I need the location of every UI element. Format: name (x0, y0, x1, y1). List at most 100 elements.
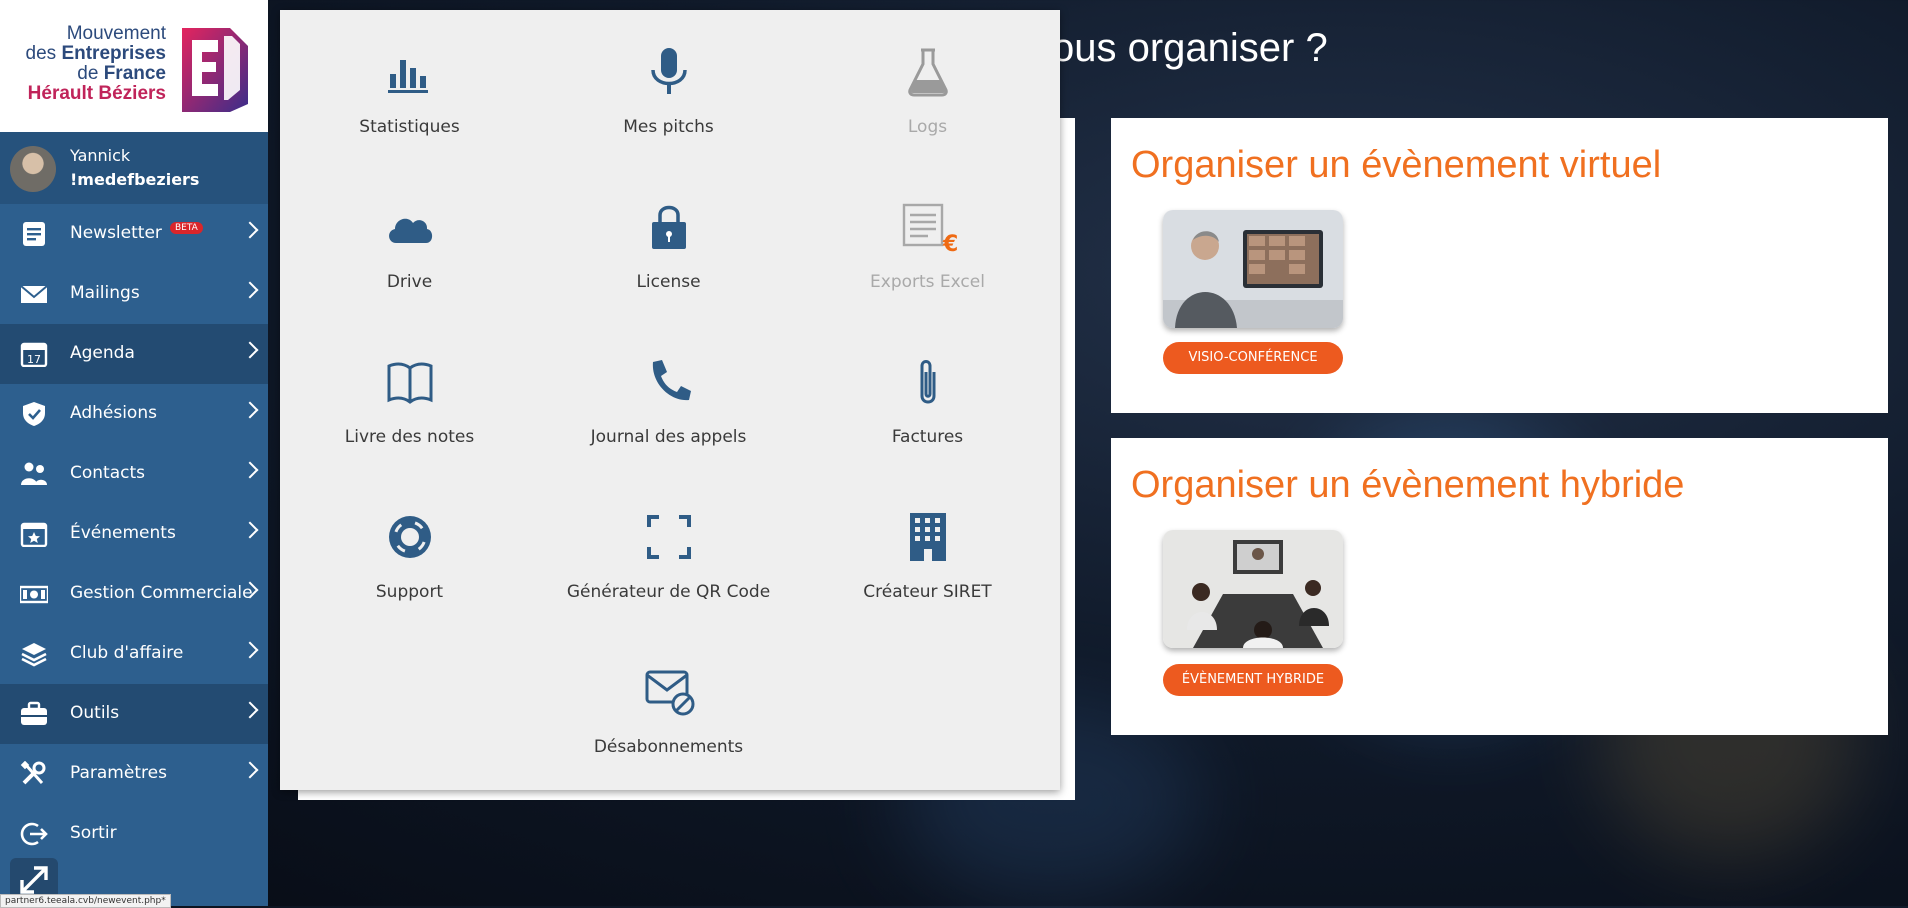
phone-icon (652, 360, 691, 401)
flask-icon (908, 48, 948, 97)
logo-line1: Mouvement (66, 23, 166, 44)
tool-label: Exports Excel (870, 272, 985, 292)
sidebar-item-label: Adhésions (70, 403, 157, 423)
tool-statistiques[interactable]: Statistiques (280, 10, 539, 165)
logo[interactable]: Mouvement des Entreprises de France Héra… (0, 0, 268, 132)
tool-support[interactable]: Support (280, 475, 539, 630)
logo-line2b: Entreprises (61, 43, 166, 64)
sidebar-item-sortir[interactable]: Sortir (0, 804, 268, 864)
tool-label: Livre des notes (344, 427, 475, 447)
chevron-right-icon (241, 461, 259, 479)
tool-journal-des-appels[interactable]: Journal des appels (539, 320, 798, 475)
tool-label: Désabonnements (593, 737, 744, 757)
tool-logs[interactable]: Logs (798, 10, 1057, 165)
tool-livre-des-notes[interactable]: Livre des notes (280, 320, 539, 475)
logo-line3a: de (77, 63, 104, 84)
tool-mes-pitchs[interactable]: Mes pitchs (539, 10, 798, 165)
sidebar-item-outils[interactable]: Outils (0, 684, 268, 744)
lock-icon (652, 205, 686, 249)
card-hybrid-event: Organiser un évènement hybride ÉVÈNEMENT… (1111, 438, 1888, 735)
sidebar-item-evenements[interactable]: Événements (0, 504, 268, 564)
tool-drive[interactable]: Drive (280, 165, 539, 320)
user-org: !medefbeziers (70, 170, 200, 189)
sidebar-item-label: Sortir (70, 823, 117, 843)
microphone-icon (651, 48, 687, 94)
visio-conference-image[interactable] (1163, 210, 1343, 328)
logo-line3b: France (103, 63, 166, 84)
sidebar-item-mailings[interactable]: Mailings (0, 264, 268, 324)
tool-label: Support (375, 582, 444, 602)
chevron-right-icon (241, 341, 259, 359)
tool-label: Statistiques (359, 117, 460, 137)
tool-label: Mes pitchs (623, 117, 714, 137)
sidebar-item-label: Club d'affaire (70, 643, 184, 663)
newsletter-icon (23, 222, 45, 246)
tool-license[interactable]: License (539, 165, 798, 320)
sidebar-item-parametres[interactable]: Paramètres (0, 744, 268, 804)
envelope-icon (20, 285, 48, 303)
hybrid-event-button[interactable]: ÉVÈNEMENT HYBRIDE (1163, 664, 1343, 696)
calendar-star-icon (20, 522, 48, 547)
visio-photo-icon (1163, 210, 1343, 328)
tool-factures[interactable]: Factures (798, 320, 1057, 475)
beta-badge: BETA (170, 222, 203, 234)
tool-label: Journal des appels (590, 427, 747, 447)
logo-mark-icon (182, 28, 248, 112)
logo-text: Mouvement des Entreprises de France Héra… (26, 24, 166, 104)
tool-generateur-qr-code[interactable]: Générateur de QR Code (539, 475, 798, 630)
tool-exports-excel[interactable]: € Exports Excel (798, 165, 1057, 320)
visio-conference-button[interactable]: VISIO-CONFÉRENCE (1163, 342, 1343, 374)
chevron-right-icon (241, 641, 259, 659)
sidebar-item-newsletter[interactable]: Newsletter BETA (0, 204, 268, 264)
user-panel[interactable]: Yannick !medefbeziers (0, 132, 268, 204)
card-virtual-event: Organiser un évènement virtuel VISIO-CON… (1111, 118, 1888, 413)
sidebar-item-contacts[interactable]: Contacts (0, 444, 268, 504)
sidebar-item-gestion-commerciale[interactable]: Gestion Commerciale (0, 564, 268, 624)
tools-icon (20, 761, 46, 785)
page-heading: ous organiser ? (1052, 26, 1328, 70)
tool-label: Factures (891, 427, 964, 447)
logo-line4: Hérault Béziers (27, 83, 166, 104)
hybrid-event-image[interactable] (1163, 530, 1343, 648)
meeting-photo-icon (1163, 530, 1343, 648)
svg-text:€: € (942, 232, 958, 253)
money-icon (20, 585, 48, 604)
sidebar-item-label: Contacts (70, 463, 145, 483)
calendar-icon: 17 (20, 342, 48, 367)
sidebar-item-adhesions[interactable]: Adhésions (0, 384, 268, 444)
svg-text:17: 17 (27, 353, 41, 366)
sidebar: Mouvement des Entreprises de France Héra… (0, 0, 268, 906)
chevron-right-icon (241, 401, 259, 419)
chevron-right-icon (241, 761, 259, 779)
tool-label: License (636, 272, 701, 292)
chevron-right-icon (241, 521, 259, 539)
tool-label: Drive (386, 272, 433, 292)
user-first-name: Yannick (70, 146, 131, 165)
tool-createur-siret[interactable]: Créateur SIRET (798, 475, 1057, 630)
tool-desabonnements[interactable]: Désabonnements (539, 630, 798, 785)
bar-chart-icon (388, 60, 428, 93)
users-icon (21, 462, 47, 485)
layers-icon (21, 643, 47, 667)
chevron-right-icon (241, 221, 259, 239)
sidebar-item-label: Outils (70, 703, 120, 723)
paperclip-icon (920, 360, 936, 404)
avatar[interactable] (10, 146, 56, 192)
qr-frame-icon (647, 515, 691, 559)
tool-label: Logs (907, 117, 948, 137)
lifebuoy-icon (389, 516, 431, 558)
tool-label: Générateur de QR Code (566, 582, 771, 602)
sidebar-item-agenda[interactable]: 17 Agenda (0, 324, 268, 384)
tools-menu: Statistiques Mes pitchs Logs Drive Licen… (280, 10, 1060, 790)
card-title: Organiser un évènement hybride (1131, 464, 1685, 506)
cloud-icon (389, 218, 433, 243)
chevron-right-icon (241, 281, 259, 299)
sidebar-item-club-affaire[interactable]: Club d'affaire (0, 624, 268, 684)
tool-label: Créateur SIRET (863, 582, 992, 602)
sidebar-item-label: Agenda (70, 343, 135, 363)
sidebar-item-label: Mailings (70, 283, 140, 303)
book-icon (387, 362, 433, 404)
sidebar-item-label: Newsletter (70, 223, 162, 243)
building-icon (910, 513, 946, 561)
chevron-right-icon (241, 701, 259, 719)
